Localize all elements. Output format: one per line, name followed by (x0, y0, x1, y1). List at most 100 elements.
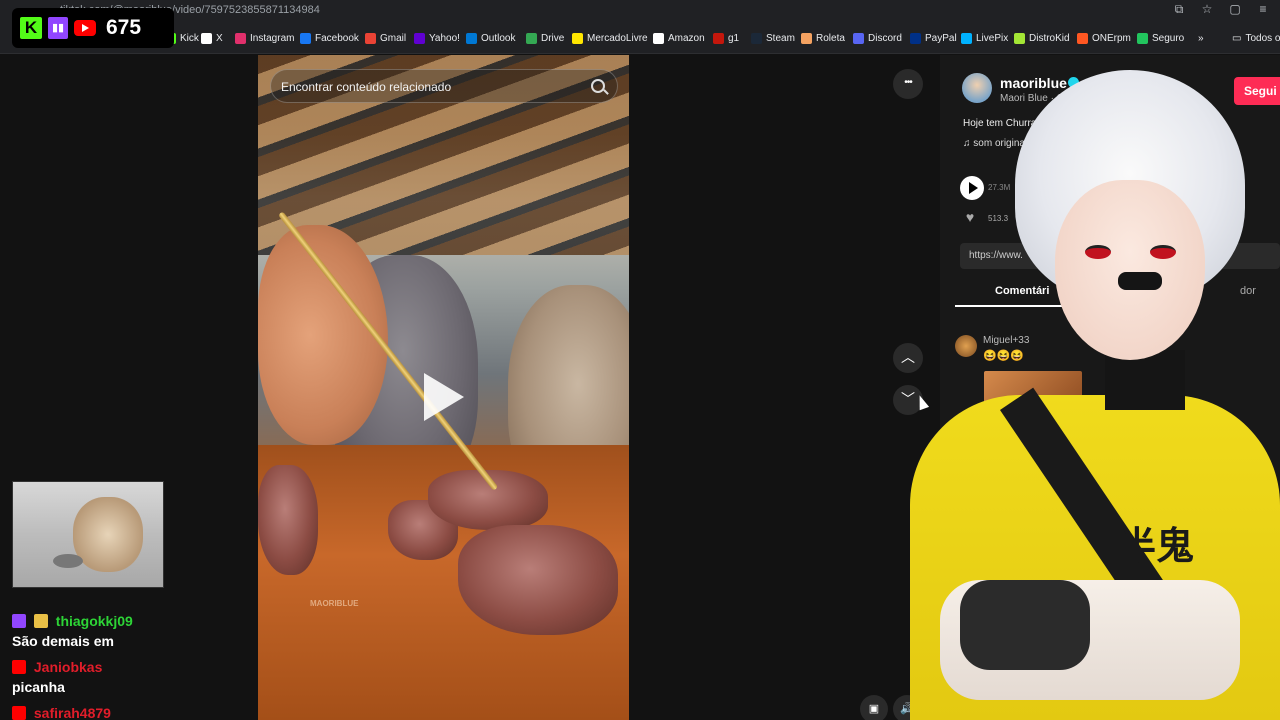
bookmark-label: Instagram (250, 32, 295, 44)
bookmark-yahoo-[interactable]: Yahoo! (414, 31, 460, 45)
bookmark-label: MercadoLivre (587, 32, 648, 44)
bookmark-favicon-icon (801, 32, 812, 44)
bookmark-favicon-icon (910, 32, 921, 44)
bookmark-label: Yahoo! (429, 32, 460, 44)
play-icon[interactable] (424, 373, 464, 421)
twitch-badge-icon (12, 614, 26, 628)
bookmark-folder-all[interactable]: ▭ Todos os (1232, 31, 1280, 45)
install-icon[interactable]: ⧉ (1172, 2, 1186, 16)
bookmark-favicon-icon (713, 32, 724, 44)
bookmark-favicon-icon (365, 32, 376, 44)
hand (258, 225, 388, 445)
vtuber-glove (960, 580, 1090, 670)
urlbar-icons: ⧉ ☆ ▢ ≡ (1172, 2, 1270, 16)
vtuber-shirt-text: 半鬼 (1118, 524, 1195, 568)
bookmark-favicon-icon (853, 32, 864, 44)
bookmark-label: PayPal (925, 32, 957, 44)
bookmark-discord[interactable]: Discord (853, 31, 902, 45)
youtube-badge-icon (12, 706, 26, 720)
bookmark-favicon-icon (526, 32, 537, 44)
bookmark-favicon-icon (961, 32, 972, 44)
bookmark-favicon-icon (300, 32, 311, 44)
bookmark-livepix[interactable]: LivePix (961, 31, 1008, 45)
bookmark-label: Discord (868, 32, 902, 44)
folder-icon: ▭ (1232, 32, 1242, 44)
viewer-count: 675 (106, 16, 142, 39)
bookmark-gmail[interactable]: Gmail (365, 31, 406, 45)
bookmark-favicon-icon (235, 32, 246, 44)
bookmark-label: Roleta (816, 32, 845, 44)
chat-username-line: safirah4879 (12, 705, 111, 720)
bookmark-amazon[interactable]: Amazon (653, 31, 705, 45)
related-search-placeholder: Encontrar conteúdo relacionado (281, 80, 452, 94)
bookmark-label: X (216, 32, 223, 44)
chat-username-line: Janiobkas (12, 659, 102, 675)
bookmarks-bar: » ▭ Todos os Kick X Instagram Facebook Gmail… (0, 22, 1280, 54)
bookmark-favicon-icon (1137, 32, 1148, 44)
bookmark-label: Amazon (668, 32, 705, 44)
meat-slice (258, 465, 318, 575)
extensions-icon[interactable]: ▢ (1228, 2, 1242, 16)
chat-username: safirah4879 (33, 705, 111, 720)
kick-logo-icon: K (20, 17, 42, 39)
search-icon[interactable] (591, 79, 605, 93)
bookmark-label: DistroKid (1029, 32, 1070, 44)
bookmark-facebook[interactable]: Facebook (300, 31, 359, 45)
chat-username: Janiobkas (33, 659, 103, 675)
star-icon[interactable]: ☆ (1200, 2, 1214, 16)
bookmark-favicon-icon (751, 32, 762, 44)
bookmark-favicon-icon (572, 32, 583, 44)
video-watermark: MAORIBLUE (310, 599, 359, 608)
chat-username: thiagokkj09 (55, 613, 133, 629)
bookmark-paypal[interactable]: PayPal (910, 31, 957, 45)
bookmark-favicon-icon (414, 32, 425, 44)
bookmark-label: Drive (541, 32, 565, 44)
bookmark-steam[interactable]: Steam (751, 31, 795, 45)
bookmarks-more[interactable]: » (1198, 31, 1204, 45)
vtuber-eye (1085, 245, 1111, 259)
food-bowl (53, 554, 83, 568)
bookmark-label: ONErpm (1092, 32, 1131, 44)
bookmark-x[interactable]: X (201, 31, 223, 45)
twitch-logo-icon: ▮▮ (48, 17, 68, 39)
bookmark-instagram[interactable]: Instagram (235, 31, 294, 45)
vtuber-nose-mask (1118, 272, 1162, 290)
browser-urlbar: tiktok.com/@maoriblue/video/759752385587… (0, 0, 1280, 22)
bookmark-label: Outlook (481, 32, 516, 44)
bookmark-onerpm[interactable]: ONErpm (1077, 31, 1131, 45)
bookmark-label: Kick (180, 32, 199, 44)
meat-slice (458, 525, 618, 635)
vtuber-eye (1150, 245, 1176, 259)
bookmark-favicon-icon (653, 32, 664, 44)
video-player[interactable]: MAORIBLUE Encontrar conteúdo relacionado (258, 55, 629, 720)
chat-message: picanha (12, 679, 65, 695)
bookmark-label: g1 (728, 32, 740, 44)
viewer-counter: K ▮▮ 675 (12, 8, 174, 48)
bookmark-favicon-icon (1077, 32, 1088, 44)
bookmark-drive[interactable]: Drive (526, 31, 564, 45)
screen: tiktok.com/@maoriblue/video/759752385587… (0, 0, 1280, 720)
chat-username-line: thiagokkj09 (12, 613, 133, 629)
cat (73, 497, 143, 572)
more-label: » (1198, 32, 1204, 44)
menu-icon[interactable]: ≡ (1256, 2, 1270, 16)
vtuber-neck (1105, 350, 1185, 410)
vtuber-avatar: 半鬼 (900, 60, 1280, 720)
bookmark-distrokid[interactable]: DistroKid (1014, 31, 1070, 45)
bookmark-label: Seguro (1152, 32, 1185, 44)
bookmark-outlook[interactable]: Outlook (466, 31, 515, 45)
cat-camera-thumbnail (12, 481, 164, 588)
vtuber-face (1055, 180, 1205, 360)
miniplayer-icon[interactable]: ▣ (860, 695, 888, 720)
bookmark-seguro[interactable]: Seguro (1137, 31, 1184, 45)
bookmark-g1[interactable]: g1 (713, 31, 739, 45)
youtube-logo-icon (74, 20, 96, 36)
bookmark-mercadolivre[interactable]: MercadoLivre (572, 31, 648, 45)
bookmark-roleta[interactable]: Roleta (801, 31, 845, 45)
chat-message: São demais em (12, 633, 114, 649)
folder-label: Todos os (1245, 32, 1280, 44)
bookmark-label: Facebook (315, 32, 359, 44)
related-search-bar[interactable]: Encontrar conteúdo relacionado (270, 69, 618, 103)
youtube-badge-icon (12, 660, 26, 674)
bookmark-favicon-icon (201, 32, 212, 44)
